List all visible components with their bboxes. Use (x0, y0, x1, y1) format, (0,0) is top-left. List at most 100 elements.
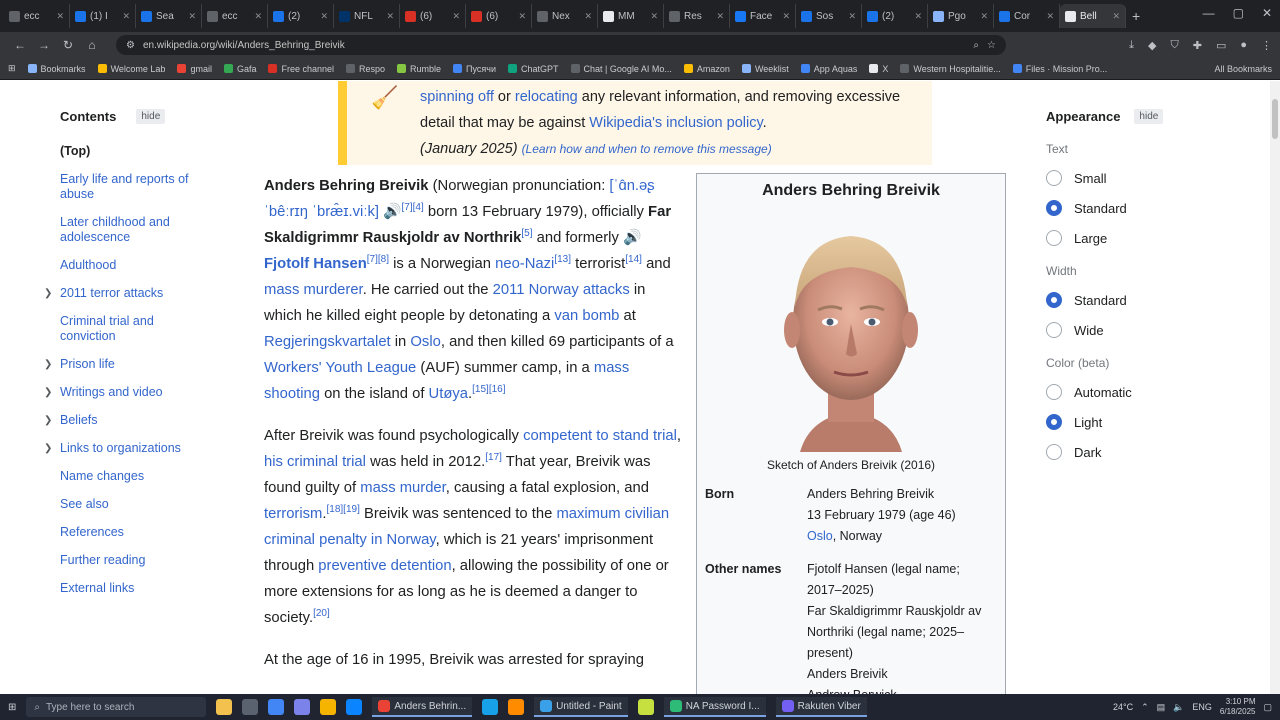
toc-item[interactable]: ❯ Beliefs (42, 413, 212, 428)
neo-nazi-link[interactable]: neo-Nazi (495, 256, 554, 272)
radio-button[interactable] (1046, 444, 1062, 460)
speaker-icon[interactable]: 🔊 (383, 204, 401, 220)
bookmark-star-icon[interactable]: ☆ (987, 40, 996, 51)
task-chrome-wikipedia[interactable]: Anders Behrin... (372, 697, 473, 717)
tray-chevron-icon[interactable]: ⌃ (1141, 702, 1149, 713)
bookmark-item[interactable]: gmail (177, 64, 212, 74)
browser-tab[interactable]: Sea ✕ (136, 4, 202, 28)
toc-item[interactable]: (Top) (42, 144, 212, 159)
notice-link-inclusion-policy[interactable]: Wikipedia's inclusion policy (589, 115, 762, 131)
toc-item[interactable]: ❯ Links to organizations (42, 441, 212, 456)
mail-icon[interactable] (346, 699, 363, 715)
maximize-icon[interactable]: ▢ (1233, 6, 1244, 20)
tab-close-icon[interactable]: ✕ (56, 11, 64, 22)
weather-temp[interactable]: 24°C (1113, 702, 1133, 712)
bookmark-item[interactable]: Respo (346, 64, 385, 74)
chevron-right-icon[interactable]: ❯ (44, 413, 52, 428)
all-bookmarks-button[interactable]: All Bookmarks (1214, 64, 1272, 74)
former-name-link[interactable]: Fjotolf Hansen (264, 256, 367, 272)
radio-button[interactable] (1046, 384, 1062, 400)
tab-close-icon[interactable]: ✕ (980, 11, 988, 22)
extensions-puzzle-icon[interactable]: ✚ (1193, 39, 1202, 52)
radio-button[interactable] (1046, 292, 1062, 308)
text-size-option[interactable]: Standard (1046, 200, 1246, 216)
toc-item[interactable]: Further reading (42, 553, 212, 568)
browser-tab[interactable]: Cor ✕ (994, 4, 1060, 28)
oslo-link[interactable]: Oslo (410, 334, 440, 350)
browser-tab[interactable]: (2) ✕ (862, 4, 928, 28)
tab-close-icon[interactable]: ✕ (254, 11, 262, 22)
address-bar[interactable]: ⚙ en.wikipedia.org/wiki/Anders_Behring_B… (116, 35, 1006, 55)
radio-button[interactable] (1046, 230, 1062, 246)
mass-murderer-link[interactable]: mass murderer (264, 282, 363, 298)
toc-item[interactable]: See also (42, 497, 212, 512)
network-icon[interactable]: ▤ (1157, 702, 1166, 713)
width-option[interactable]: Standard (1046, 292, 1246, 308)
windows-start-icon[interactable]: ⊞ (8, 702, 16, 713)
site-info-icon[interactable]: ⚙ (126, 40, 135, 51)
menu-icon[interactable]: ⋮ (1261, 39, 1272, 52)
chevron-right-icon[interactable]: ❯ (44, 441, 52, 456)
browser-tab[interactable]: Face ✕ (730, 4, 796, 28)
bookmark-item[interactable]: Amazon (683, 64, 730, 74)
criminal-trial-link[interactable]: his criminal trial (264, 454, 366, 470)
browser-tab[interactable]: (2) ✕ (268, 4, 334, 28)
task-paint[interactable]: Untitled - Paint (534, 697, 628, 717)
bookmark-item[interactable]: Пусячи (453, 64, 496, 74)
apps-grid-icon[interactable]: ⊞ (8, 63, 16, 74)
born-oslo-link[interactable]: Oslo (807, 529, 833, 543)
tab-close-icon[interactable]: ✕ (1112, 11, 1120, 22)
vlc-icon[interactable] (508, 699, 525, 715)
toc-item[interactable]: ❯ Prison life (42, 357, 212, 372)
appearance-hide-button[interactable]: hide (1134, 109, 1164, 124)
notice-link-relocating[interactable]: relocating (515, 89, 578, 105)
home-icon[interactable]: ⌂ (80, 38, 104, 52)
task-view-icon[interactable] (242, 699, 259, 715)
tab-close-icon[interactable]: ✕ (848, 11, 856, 22)
norway-attacks-link[interactable]: 2011 Norway attacks (493, 282, 630, 298)
browser-tab[interactable]: MM ✕ (598, 4, 664, 28)
tab-close-icon[interactable]: ✕ (452, 11, 460, 22)
language-indicator[interactable]: ENG (1192, 702, 1212, 712)
toc-item[interactable]: Name changes (42, 469, 212, 484)
terrorism-link[interactable]: terrorism (264, 506, 322, 522)
regjeringskvartalet-link[interactable]: Regjeringskvartalet (264, 334, 391, 350)
browser-tab[interactable]: NFL ✕ (334, 4, 400, 28)
notification-icon[interactable]: ▢ (1263, 702, 1272, 713)
zoom-icon[interactable]: ⌕ (973, 40, 979, 51)
color-option[interactable]: Automatic (1046, 384, 1246, 400)
app-green-icon[interactable] (637, 699, 654, 715)
color-option[interactable]: Light (1046, 414, 1246, 430)
tab-close-icon[interactable]: ✕ (386, 11, 394, 22)
edge-icon[interactable] (482, 699, 499, 715)
toc-item[interactable]: External links (42, 581, 212, 596)
bookmark-item[interactable]: Files · Mission Pro... (1012, 64, 1107, 74)
radio-button[interactable] (1046, 322, 1062, 338)
sidepanel-icon[interactable]: ▭ (1216, 39, 1226, 52)
chevron-right-icon[interactable]: ❯ (44, 286, 52, 301)
notice-link-spinning-off[interactable]: spinning off (420, 89, 494, 105)
utoya-link[interactable]: Utøya (429, 386, 468, 402)
extension-icon[interactable]: ◆ (1148, 39, 1156, 52)
toc-item[interactable]: Adulthood (42, 258, 212, 273)
shield-icon[interactable]: ⛉ (1170, 39, 1178, 52)
page-scrollbar[interactable] (1270, 81, 1280, 694)
browser-tab[interactable]: Pgo ✕ (928, 4, 994, 28)
tab-close-icon[interactable]: ✕ (716, 11, 724, 22)
app-icon[interactable] (294, 699, 311, 715)
toc-hide-button[interactable]: hide (136, 109, 166, 124)
tab-close-icon[interactable]: ✕ (584, 11, 592, 22)
bookmark-item[interactable]: Western Hospitalitie... (900, 64, 1001, 74)
tab-close-icon[interactable]: ✕ (782, 11, 790, 22)
tab-close-icon[interactable]: ✕ (188, 11, 196, 22)
bookmark-item[interactable]: Welcome Lab (97, 64, 165, 74)
tab-close-icon[interactable]: ✕ (1046, 11, 1054, 22)
tab-close-icon[interactable]: ✕ (914, 11, 922, 22)
competent-link[interactable]: competent to stand trial (523, 428, 677, 444)
minimize-icon[interactable]: — (1203, 6, 1215, 20)
taskbar-search[interactable]: ⌕ Type here to search (26, 697, 207, 717)
bookmark-item[interactable]: Weeklist (741, 64, 789, 74)
tab-close-icon[interactable]: ✕ (320, 11, 328, 22)
file-explorer-icon[interactable] (320, 699, 337, 715)
radio-button[interactable] (1046, 414, 1062, 430)
